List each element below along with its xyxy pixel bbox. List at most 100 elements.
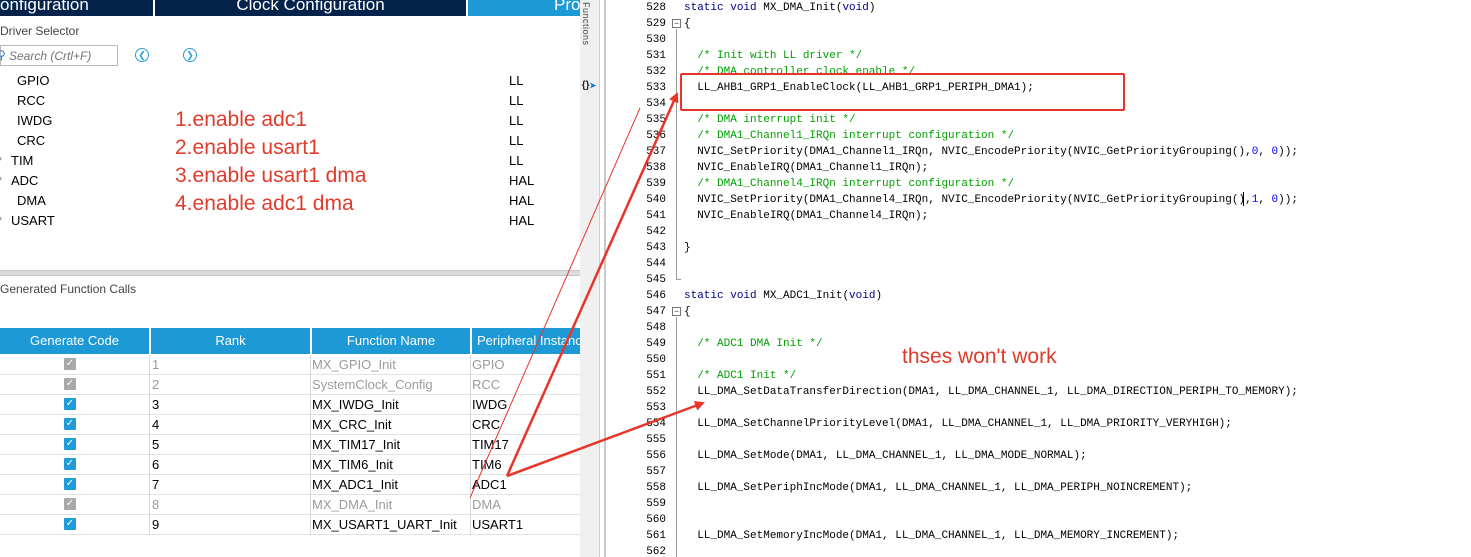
table-row[interactable]: ✓ 4 MX_CRC_Init CRC [0,415,580,435]
code-line[interactable]: /* DMA interrupt init */ [684,112,855,128]
generate-code-checkbox[interactable]: ✓ [64,478,76,490]
driver-library[interactable]: LL [509,93,523,108]
tab-clock-label: Clock Configuration [236,0,385,14]
peripheral-instance-cell: IWDG [472,397,508,412]
fold-collapse-icon[interactable]: − [672,307,681,316]
chevron-left-circle-icon[interactable]: ❮ [135,48,149,62]
driver-library[interactable]: LL [509,153,523,168]
driver-library[interactable]: HAL [509,173,534,188]
code-line[interactable]: /* Init with LL driver */ [684,48,862,64]
tab-clock-configuration[interactable]: Clock Configuration [155,0,466,16]
line-number: 543 [646,242,666,254]
code-line[interactable]: LL_DMA_SetMode(DMA1, LL_DMA_CHANNEL_1, L… [684,448,1086,464]
function-name-cell: MX_USART1_UART_Init [312,515,471,535]
driver-library[interactable]: LL [509,133,523,148]
line-number: 556 [646,450,666,462]
generate-code-checkbox[interactable]: ✓ [64,438,76,450]
code-line[interactable]: /* DMA1_Channel4_IRQn interrupt configur… [684,176,1014,192]
driver-name: CRC [17,133,46,148]
driver-library[interactable]: LL [509,73,523,88]
functions-button-label: {} [581,80,590,91]
code-line[interactable]: { [684,304,691,320]
code-line[interactable]: } [684,240,691,256]
table-row[interactable]: ✓ 1 MX_GPIO_Init GPIO [0,355,580,375]
code-line[interactable]: LL_DMA_SetChannelPriorityLevel(DMA1, LL_… [684,416,1232,432]
driver-row-usart[interactable]: › USART HAL [0,213,560,233]
line-number: 552 [646,386,666,398]
search-box[interactable]: ⚲ [0,45,118,66]
chevron-right-circle-icon[interactable]: ❯ [183,48,197,62]
code-line[interactable]: LL_DMA_SetPeriphIncMode(DMA1, LL_DMA_CHA… [684,480,1192,496]
generate-code-cell: ✓ [0,375,150,395]
generate-code-checkbox: ✓ [64,378,76,390]
code-line[interactable]: LL_DMA_SetMemoryIncMode(DMA1, LL_DMA_CHA… [684,528,1179,544]
tab-bar: onfiguration Clock Configuration Pro [0,0,580,16]
code-line[interactable]: static void MX_ADC1_Init(void) [684,288,882,304]
generate-code-cell: ✓ [0,395,150,415]
tab-configuration[interactable]: onfiguration [0,0,153,16]
line-number: 558 [646,482,666,494]
table-row[interactable]: ✓ 6 MX_TIM6_Init TIM6 [0,455,580,475]
code-line[interactable]: /* DMA1_Channel1_IRQn interrupt configur… [684,128,1014,144]
driver-library[interactable]: HAL [509,213,534,228]
line-number: 555 [646,434,666,446]
line-number: 562 [646,546,666,557]
line-number: 553 [646,402,666,414]
tab-project-manager[interactable]: Pro [468,0,580,16]
functions-label[interactable]: Functions [581,2,591,46]
functions-list-icon[interactable]: {}➤ [580,78,598,94]
driver-row-gpio[interactable]: GPIO LL [0,73,560,93]
table-row[interactable]: ✓ 2 SystemClock_Config RCC [0,375,580,395]
function-name-cell: MX_DMA_Init [312,495,471,515]
generate-code-checkbox[interactable]: ✓ [64,518,76,530]
rank-cell: 5 [151,435,311,455]
code-line[interactable]: static void MX_DMA_Init(void) [684,0,875,16]
code-line[interactable]: NVIC_SetPriority(DMA1_Channel4_IRQn, NVI… [684,192,1298,208]
line-number: 559 [646,498,666,510]
table-row[interactable]: ✓ 3 MX_IWDG_Init IWDG [0,395,580,415]
code-line[interactable]: /* ADC1 DMA Init */ [684,336,822,352]
driver-name: RCC [17,93,46,108]
peripheral-instance-cell: GPIO [472,357,505,372]
cubemx-panel: onfiguration Clock Configuration Pro Dri… [0,0,580,557]
column-header-generate-code[interactable]: Generate Code [0,328,150,354]
table-row[interactable]: ✓ 5 MX_TIM17_Init TIM17 [0,435,580,455]
line-number: 539 [646,178,666,190]
driver-library[interactable]: HAL [509,193,534,208]
table-row[interactable]: ✓ 9 MX_USART1_UART_Init USART1 [0,515,580,535]
generate-code-checkbox: ✓ [64,498,76,510]
line-number: 536 [646,130,666,142]
driver-library[interactable]: LL [509,113,523,128]
table-row[interactable]: ✓ 7 MX_ADC1_Init ADC1 [0,475,580,495]
fold-collapse-icon[interactable]: − [672,19,681,28]
instruction-note: 2.enable usart1 [175,136,320,159]
panel-splitter[interactable] [0,270,580,276]
code-line[interactable]: NVIC_SetPriority(DMA1_Channel1_IRQn, NVI… [684,144,1298,160]
code-line[interactable]: /* ADC1 Init */ [684,368,796,384]
driver-name: DMA [17,193,46,208]
generate-code-checkbox[interactable]: ✓ [64,398,76,410]
column-header-rank[interactable]: Rank [151,328,311,354]
code-line[interactable]: NVIC_EnableIRQ(DMA1_Channel4_IRQn); [684,208,928,224]
column-header-peripheral-instance[interactable]: Peripheral Instanc [472,328,580,354]
expand-caret-icon[interactable]: › [0,173,2,183]
rank-cell: 7 [151,475,311,495]
expand-caret-icon[interactable]: › [0,153,2,163]
fold-guide [676,29,677,279]
code-line[interactable]: NVIC_EnableIRQ(DMA1_Channel1_IRQn); [684,160,928,176]
column-header-function-name[interactable]: Function Name [312,328,471,354]
expand-caret-icon[interactable]: › [0,213,2,223]
code-line[interactable]: LL_DMA_SetDataTransferDirection(DMA1, LL… [684,384,1298,400]
driver-name: USART [11,213,55,228]
line-number: 531 [646,50,666,62]
generate-code-checkbox[interactable]: ✓ [64,418,76,430]
line-number: 549 [646,338,666,350]
generate-code-checkbox[interactable]: ✓ [64,458,76,470]
tab-configuration-label: onfiguration [0,0,89,14]
peripheral-instance-cell: TIM6 [472,457,502,472]
code-line[interactable]: { [684,16,691,32]
table-row[interactable]: ✓ 8 MX_DMA_Init DMA [0,495,580,515]
search-input[interactable] [9,48,115,63]
driver-name: ADC [11,173,39,188]
generate-code-checkbox: ✓ [64,358,76,370]
